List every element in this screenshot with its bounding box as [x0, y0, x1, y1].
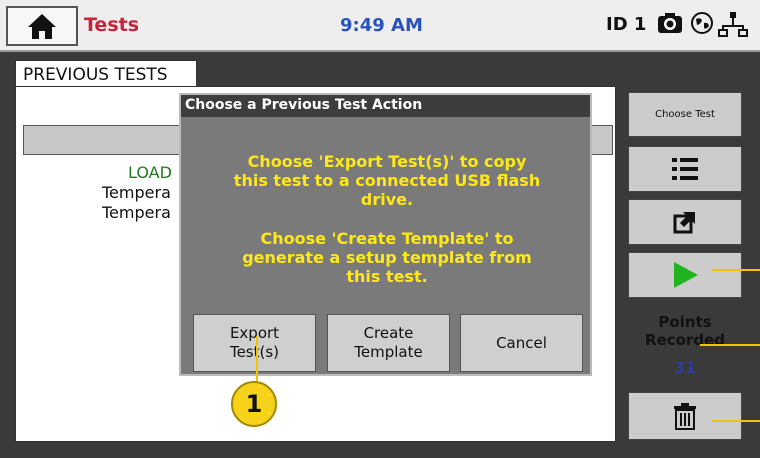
screen-title: Tests [84, 14, 140, 36]
app-screen: Tests 9:49 AM ID 1 PREVIOUS TESTS LOAD T… [0, 0, 760, 458]
globe-icon [691, 12, 713, 34]
message-line: generate a setup template from [242, 248, 532, 267]
home-button[interactable] [6, 6, 78, 46]
callout-badge: 1 [231, 381, 277, 427]
previous-test-action-dialog: Choose a Previous Test Action Choose 'Ex… [179, 93, 592, 376]
callout-stem [256, 336, 258, 384]
create-template-button[interactable]: Create Template [327, 314, 450, 372]
choose-test-button[interactable]: Choose Test [628, 92, 742, 137]
play-icon [674, 262, 698, 288]
channel-temperature-2: Tempera [102, 203, 171, 222]
choose-test-label: Choose Test [655, 109, 715, 120]
cancel-button[interactable]: Cancel [460, 314, 583, 372]
export-icon [673, 212, 695, 234]
station-id: ID 1 [606, 14, 647, 35]
delete-button[interactable] [628, 392, 742, 440]
dialog-title: Choose a Previous Test Action [181, 95, 590, 117]
points-label-line1: Points [658, 313, 712, 331]
export-label-line2: Test(s) [229, 343, 280, 361]
message-line: drive. [360, 190, 414, 209]
home-icon [28, 14, 56, 39]
list-icon [672, 158, 698, 180]
points-label-line2: Recorded [645, 331, 725, 349]
export-label-line1: Export [229, 324, 280, 342]
template-label-line1: Create [363, 324, 414, 342]
clock: 9:49 AM [340, 15, 423, 36]
callout-line-points [700, 344, 760, 346]
camera-icon [658, 13, 682, 33]
trash-icon [674, 403, 696, 430]
message-line: this test. [346, 267, 428, 286]
channel-temperature-1: Tempera [102, 183, 171, 202]
template-label-line2: Template [354, 343, 423, 361]
run-button[interactable] [628, 252, 742, 298]
cancel-label: Cancel [496, 333, 547, 352]
channel-load: LOAD [128, 163, 172, 182]
message-line: this test to a connected USB flash [233, 171, 541, 190]
message-line: Choose 'Export Test(s)' to copy [247, 152, 527, 171]
top-bar: Tests 9:49 AM ID 1 [0, 0, 760, 52]
export-button[interactable] [628, 199, 742, 245]
list-button[interactable] [628, 146, 742, 192]
message-line: Choose 'Create Template' to [260, 229, 514, 248]
callout-line-run [712, 269, 760, 271]
dialog-message: Choose 'Export Test(s)' to copy this tes… [187, 152, 587, 286]
tab-previous-tests[interactable]: PREVIOUS TESTS [15, 60, 197, 88]
callout-line-delete [712, 420, 760, 422]
network-icon [718, 12, 748, 37]
export-tests-button[interactable]: Export Test(s) [193, 314, 316, 372]
points-recorded-value: 31 [673, 358, 697, 377]
